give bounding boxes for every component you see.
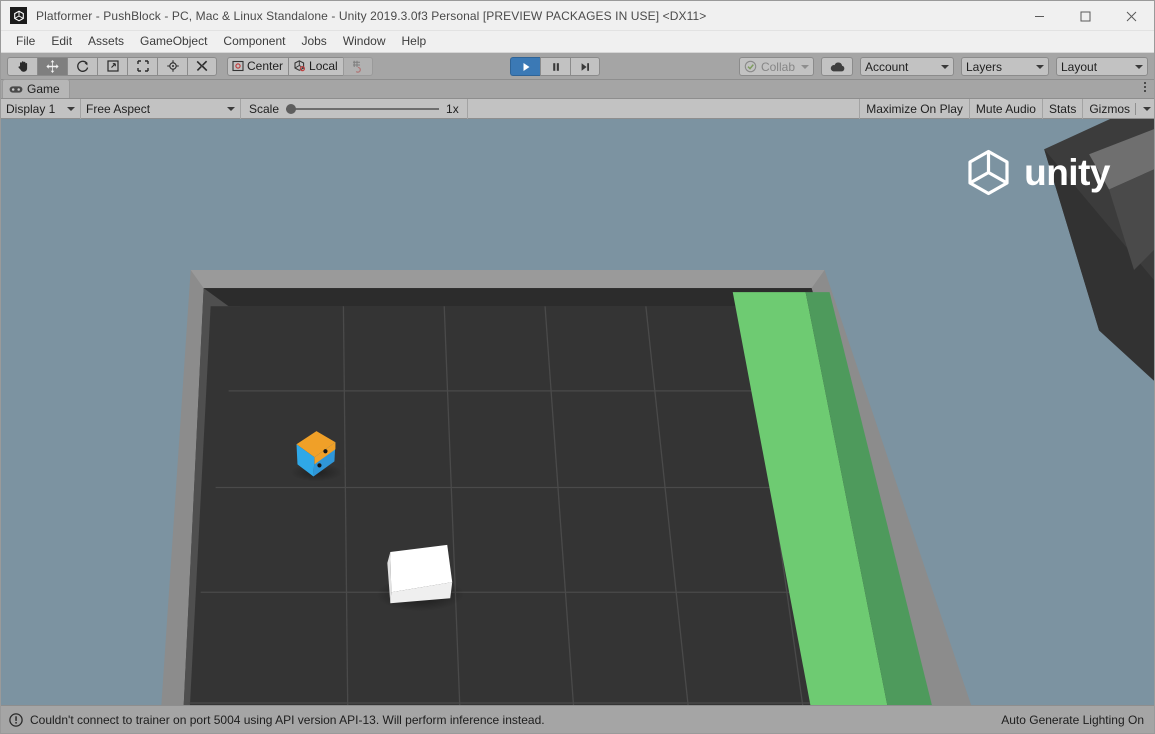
chevron-down-icon [1135, 64, 1143, 69]
menu-component[interactable]: Component [215, 31, 293, 52]
panel-tab-bar: Game [1, 79, 1154, 99]
rect-tool[interactable] [127, 56, 157, 76]
scale-tool[interactable] [97, 56, 127, 76]
custom-editor-tool[interactable] [187, 56, 217, 76]
chevron-down-icon [227, 106, 235, 111]
game-view-toolbar: Display 1 Free Aspect Scale 1x Maximize … [1, 98, 1154, 119]
status-message-group[interactable]: Couldn't connect to trainer on port 5004… [9, 713, 545, 727]
center-pivot-icon [232, 60, 244, 72]
collab-button[interactable]: Collab [738, 57, 814, 76]
layout-label: Layout [1061, 59, 1098, 74]
layers-dropdown[interactable]: Layers [961, 57, 1049, 76]
cloud-icon [830, 62, 844, 71]
step-button[interactable] [570, 57, 600, 76]
pivot-mode-button[interactable]: Center [227, 56, 289, 76]
menu-bar: File Edit Assets GameObject Component Jo… [1, 31, 1154, 53]
unity-editor-window: Platformer - PushBlock - PC, Mac & Linux… [0, 0, 1155, 734]
pause-button[interactable] [540, 57, 570, 76]
close-icon[interactable] [1108, 1, 1154, 31]
title-bar: Platformer - PushBlock - PC, Mac & Linux… [1, 1, 1154, 31]
transform-tool[interactable] [157, 56, 187, 76]
aspect-ratio-dropdown[interactable]: Free Aspect [81, 98, 241, 119]
scale-slider-group: Scale 1x [241, 98, 468, 119]
unity-cube-icon [10, 7, 27, 24]
cloud-services-button[interactable] [821, 57, 853, 76]
gizmos-dropdown[interactable]: Gizmos [1082, 99, 1154, 119]
layout-dropdown[interactable]: Layout [1056, 57, 1148, 76]
tab-game[interactable]: Game [2, 79, 70, 98]
transform-tools-group [7, 56, 217, 76]
display-dropdown[interactable]: Display 1 [1, 98, 81, 119]
minimize-icon[interactable] [1016, 1, 1062, 31]
aspect-label: Free Aspect [86, 101, 151, 116]
cloud-check-icon [744, 60, 757, 73]
game-viewport[interactable]: unity [1, 119, 1154, 705]
scale-slider-handle[interactable] [286, 103, 297, 114]
pivot-controls-group: Center Local [227, 56, 373, 76]
game-toolbar-right: Maximize On Play Mute Audio Stats Gizmos [859, 99, 1154, 119]
menu-jobs[interactable]: Jobs [293, 31, 334, 52]
playback-controls [510, 57, 600, 76]
move-tool[interactable] [37, 56, 67, 76]
pivot-mode-label: Center [247, 59, 284, 73]
agent-eye-left [323, 449, 328, 454]
menu-file[interactable]: File [8, 31, 43, 52]
toolbar-right-group: Collab Account Layers Layout [738, 57, 1148, 76]
tab-game-label: Game [27, 82, 60, 96]
kebab-menu-icon[interactable] [1144, 82, 1146, 92]
menu-gameobject[interactable]: GameObject [132, 31, 215, 52]
layers-label: Layers [966, 59, 1003, 74]
divider [1135, 103, 1136, 115]
play-button[interactable] [510, 57, 540, 76]
menu-edit[interactable]: Edit [43, 31, 80, 52]
collab-label: Collab [760, 59, 795, 74]
scale-slider[interactable] [286, 103, 440, 114]
maximize-icon[interactable] [1062, 1, 1108, 31]
gamepad-icon [9, 85, 23, 93]
hand-tool[interactable] [7, 56, 37, 76]
stats-toggle[interactable]: Stats [1041, 99, 1082, 119]
status-bar: Couldn't connect to trainer on port 5004… [1, 705, 1154, 733]
warning-icon [9, 712, 23, 727]
pivot-rotation-label: Local [309, 59, 338, 73]
display-label: Display 1 [6, 101, 56, 116]
menu-assets[interactable]: Assets [80, 31, 132, 52]
chevron-down-icon [1143, 107, 1151, 111]
chevron-down-icon [67, 106, 75, 111]
gizmos-label: Gizmos [1089, 102, 1130, 116]
agent-eye-right [317, 463, 322, 468]
account-dropdown[interactable]: Account [860, 57, 954, 76]
scale-label: Scale [249, 101, 280, 116]
chevron-down-icon [941, 64, 949, 69]
grid-snap-icon[interactable] [342, 56, 373, 76]
pivot-rotation-button[interactable]: Local [288, 56, 343, 76]
window-controls [1016, 1, 1154, 31]
menu-help[interactable]: Help [394, 31, 435, 52]
rotate-tool[interactable] [67, 56, 97, 76]
account-label: Account [865, 59, 909, 74]
scale-value: 1x [446, 101, 459, 116]
push-block [387, 544, 453, 604]
maximize-on-play-toggle[interactable]: Maximize On Play [859, 99, 969, 119]
status-message: Couldn't connect to trainer on port 5004… [30, 712, 545, 727]
window-title: Platformer - PushBlock - PC, Mac & Linux… [36, 8, 707, 23]
chevron-down-icon [1036, 64, 1044, 69]
local-rotation-icon [294, 60, 306, 72]
lighting-status: Auto Generate Lighting On [1001, 712, 1144, 727]
rendered-scene [1, 119, 1154, 705]
chevron-down-icon [801, 64, 809, 69]
mute-audio-toggle[interactable]: Mute Audio [968, 99, 1042, 119]
main-toolbar: Center Local Collab Account Layers Layou… [1, 53, 1154, 80]
menu-window[interactable]: Window [335, 31, 394, 52]
